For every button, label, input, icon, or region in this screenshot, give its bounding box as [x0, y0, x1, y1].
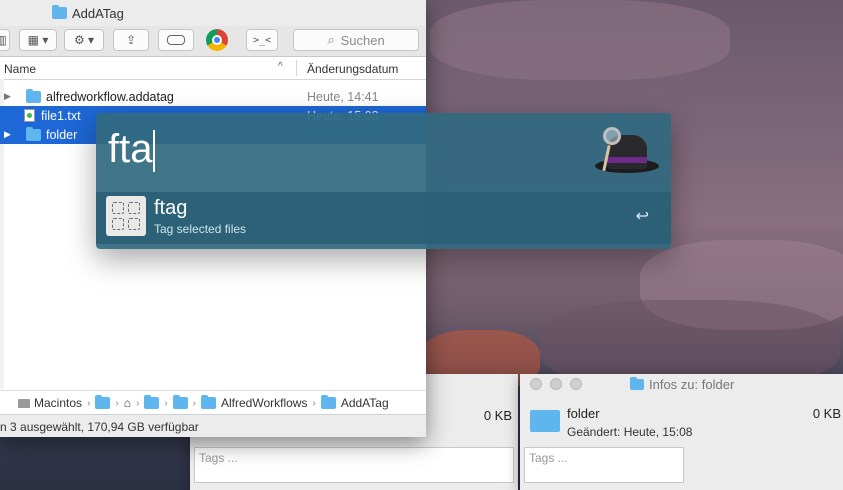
terminal-button[interactable]: >_<	[246, 29, 278, 51]
column-header: Name ^ Änderungsdatum	[0, 57, 426, 80]
tags-field-left[interactable]: Tags ...	[194, 447, 514, 483]
chevron-right-icon: ›	[135, 397, 140, 409]
gear-icon: ⚙ ▾	[73, 33, 95, 47]
arrange-button[interactable]: ▦ ▾	[19, 29, 57, 51]
folder-icon	[201, 395, 216, 409]
disclosure-triangle-icon[interactable]: ▶	[0, 129, 20, 140]
chevron-right-icon: ›	[312, 397, 316, 409]
finder-toolbar: ▥ ▦ ▾ ⚙ ▾ ⇪ >_< ⌕ Suchen	[0, 26, 426, 57]
folder-icon	[320, 395, 336, 409]
file-date: Heute, 14:41	[307, 89, 379, 104]
path-segment-disk: Macintos	[34, 396, 83, 410]
folder-icon	[26, 126, 41, 141]
text-file-icon	[24, 109, 35, 122]
path-segment: AddATag	[340, 396, 389, 410]
alfred-query-text: fta	[108, 127, 153, 171]
folder-icon[interactable]	[172, 395, 188, 409]
disclosure-triangle-icon[interactable]: ▶	[0, 91, 20, 102]
return-key-icon: ↩	[635, 208, 649, 225]
folder-icon[interactable]	[95, 395, 111, 409]
tags-field-right[interactable]: Tags ...	[524, 447, 684, 483]
file-name: folder	[46, 127, 78, 142]
alfred-hat-icon	[591, 123, 661, 183]
tag-button[interactable]	[158, 29, 194, 51]
action-gear-button[interactable]: ⚙ ▾	[64, 29, 104, 51]
path-addatag[interactable]: AddATag	[320, 395, 389, 410]
column-name[interactable]: Name	[4, 62, 36, 76]
status-text: n 3 ausgewählt, 170,94 GB verfügbar	[0, 419, 199, 434]
finder-title: AddATag	[72, 5, 124, 21]
info-panel-right: Infos zu: folder folder 0 KB Geändert: H…	[520, 374, 843, 490]
share-icon: ⇪	[125, 33, 137, 47]
column-date[interactable]: Änderungsdatum	[307, 62, 398, 76]
window-controls	[530, 378, 590, 390]
path-bar: Macintos › › ⌂ › › › AlfredWorkflows › A…	[0, 390, 426, 415]
alfred-launcher: fta ftag Tag selected files ↩	[96, 113, 671, 249]
column-divider	[296, 60, 297, 76]
tag-icon	[167, 35, 185, 45]
info-size: 0 KB	[812, 406, 841, 421]
info-name: folder	[567, 406, 600, 421]
folder-icon	[26, 88, 41, 103]
finder-titlebar: AddATag	[0, 0, 426, 26]
search-placeholder: Suchen	[340, 32, 385, 48]
info-big-folder-icon	[530, 410, 560, 432]
info-title: Infos zu: folder	[630, 377, 734, 392]
tag-grid-icon	[106, 196, 146, 236]
hard-disk-icon	[18, 398, 30, 408]
desktop-cloud	[430, 0, 730, 80]
info-left-size: 0 KB	[483, 408, 512, 423]
result-title: ftag	[154, 197, 188, 219]
result-subtitle: Tag selected files	[154, 222, 247, 236]
alfred-query-input[interactable]: fta	[108, 127, 156, 173]
status-bar: n 3 ausgewählt, 170,94 GB verfügbar	[0, 414, 426, 437]
folder-icon[interactable]	[144, 395, 160, 409]
list-item[interactable]: ▶ alfredworkflow.addatag Heute, 14:41	[0, 87, 426, 106]
chevron-right-icon: ›	[164, 397, 168, 409]
path-segment: AlfredWorkflows	[221, 396, 308, 410]
alfred-result-item[interactable]: ftag Tag selected files ↩	[96, 192, 671, 244]
home-icon[interactable]: ⌂	[124, 396, 131, 410]
folder-icon	[52, 5, 67, 19]
file-name: file1.txt	[41, 108, 81, 123]
close-button[interactable]	[530, 378, 542, 390]
view-columns-button[interactable]: ▥	[0, 29, 10, 51]
info-title-text: Infos zu: folder	[649, 377, 735, 392]
minimize-button[interactable]	[550, 378, 562, 390]
search-icon: ⌕	[327, 32, 335, 47]
path-disk[interactable]: Macintos	[18, 396, 82, 410]
path-alfredworkflows[interactable]: AlfredWorkflows	[201, 395, 308, 410]
chrome-icon[interactable]	[206, 29, 228, 51]
terminal-icon: >_<	[252, 34, 272, 46]
search-input[interactable]: ⌕ Suchen	[293, 29, 419, 51]
file-name: alfredworkflow.addatag	[46, 89, 174, 104]
text-caret	[153, 130, 156, 173]
zoom-button[interactable]	[570, 378, 582, 390]
info-modified: Geändert: Heute, 15:08	[567, 425, 693, 439]
chevron-right-icon: ›	[115, 397, 119, 409]
chevron-right-icon: ›	[192, 397, 196, 409]
share-button[interactable]: ⇪	[113, 29, 149, 51]
folder-icon	[630, 377, 644, 390]
chevron-right-icon: ›	[87, 397, 91, 409]
sort-chevron-icon: ^	[278, 61, 283, 72]
